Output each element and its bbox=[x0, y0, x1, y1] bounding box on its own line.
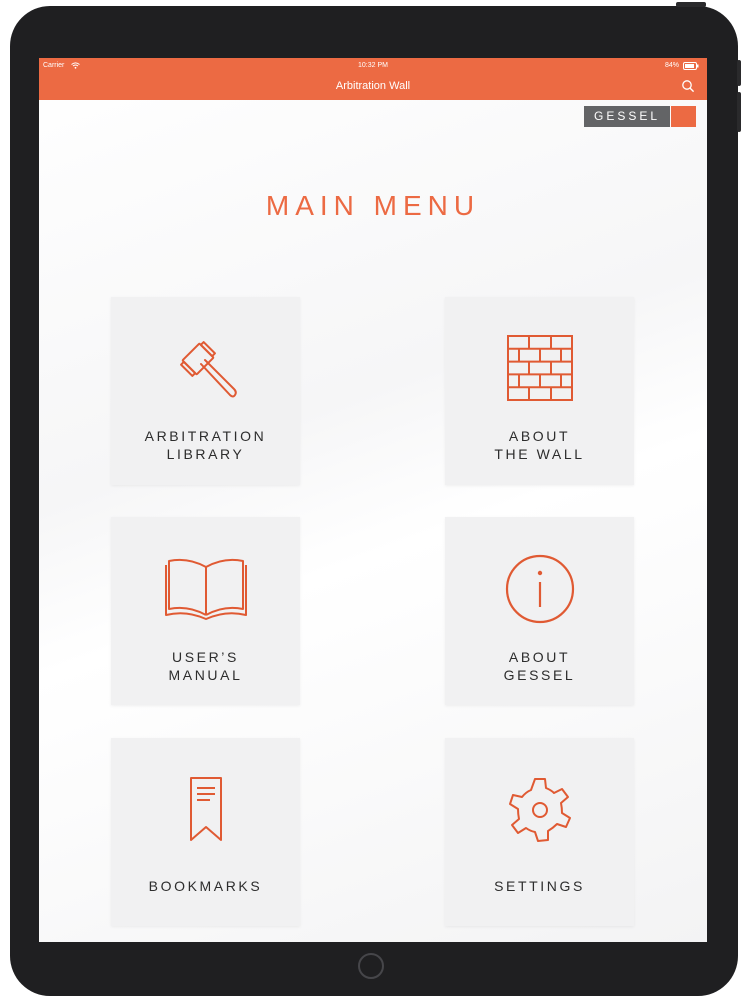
power-button bbox=[676, 2, 706, 7]
tile-label-line1: USER’S bbox=[172, 649, 239, 665]
volume-up-button bbox=[737, 60, 741, 86]
search-icon[interactable] bbox=[681, 79, 695, 93]
users-manual-tile[interactable]: USER’S MANUAL bbox=[111, 517, 300, 705]
bookmarks-tile[interactable]: BOOKMARKS bbox=[111, 738, 300, 926]
tile-label-line2: GESSEL bbox=[503, 667, 576, 683]
nav-title: Arbitration Wall bbox=[335, 80, 411, 92]
tile-label: SETTINGS bbox=[494, 878, 585, 894]
tile-label: BOOKMARKS bbox=[148, 878, 263, 894]
brick-wall-icon bbox=[506, 335, 573, 401]
tile-label-line1: ABOUT bbox=[508, 428, 571, 444]
navigation-bar: Arbitration Wall bbox=[39, 74, 707, 100]
logo-text: GESSEL bbox=[584, 106, 670, 127]
app-screen: Carrier 10:32 PM 84% Arbitration Wall GE… bbox=[39, 58, 707, 942]
info-icon bbox=[505, 554, 574, 624]
bookmark-icon bbox=[189, 777, 222, 841]
status-time: 10:32 PM bbox=[358, 62, 388, 69]
gavel-icon bbox=[179, 341, 237, 398]
home-button[interactable] bbox=[358, 953, 384, 979]
battery-percent: 84% bbox=[664, 62, 679, 69]
about-gessel-tile[interactable]: ABOUT GESSEL bbox=[445, 517, 634, 705]
status-bar: Carrier 10:32 PM 84% bbox=[39, 58, 707, 74]
logo-orange-square bbox=[671, 106, 696, 127]
tile-label-line1: ARBITRATION bbox=[144, 428, 267, 444]
volume-down-button bbox=[737, 92, 741, 132]
arbitration-library-tile[interactable]: ARBITRATION LIBRARY bbox=[111, 297, 300, 485]
gear-icon bbox=[508, 778, 571, 842]
page-title: MAIN MENU bbox=[265, 190, 481, 221]
about-the-wall-tile[interactable]: ABOUT THE WALL bbox=[445, 297, 634, 485]
tile-label-line2: THE WALL bbox=[494, 446, 585, 462]
battery-icon bbox=[683, 62, 699, 70]
tile-label-line2: MANUAL bbox=[168, 667, 243, 683]
open-book-icon bbox=[164, 558, 247, 620]
gessel-logo: GESSEL bbox=[584, 106, 696, 127]
settings-tile[interactable]: SETTINGS bbox=[445, 738, 634, 926]
tile-label-line2: LIBRARY bbox=[166, 446, 245, 462]
tile-label-line1: ABOUT bbox=[508, 649, 571, 665]
